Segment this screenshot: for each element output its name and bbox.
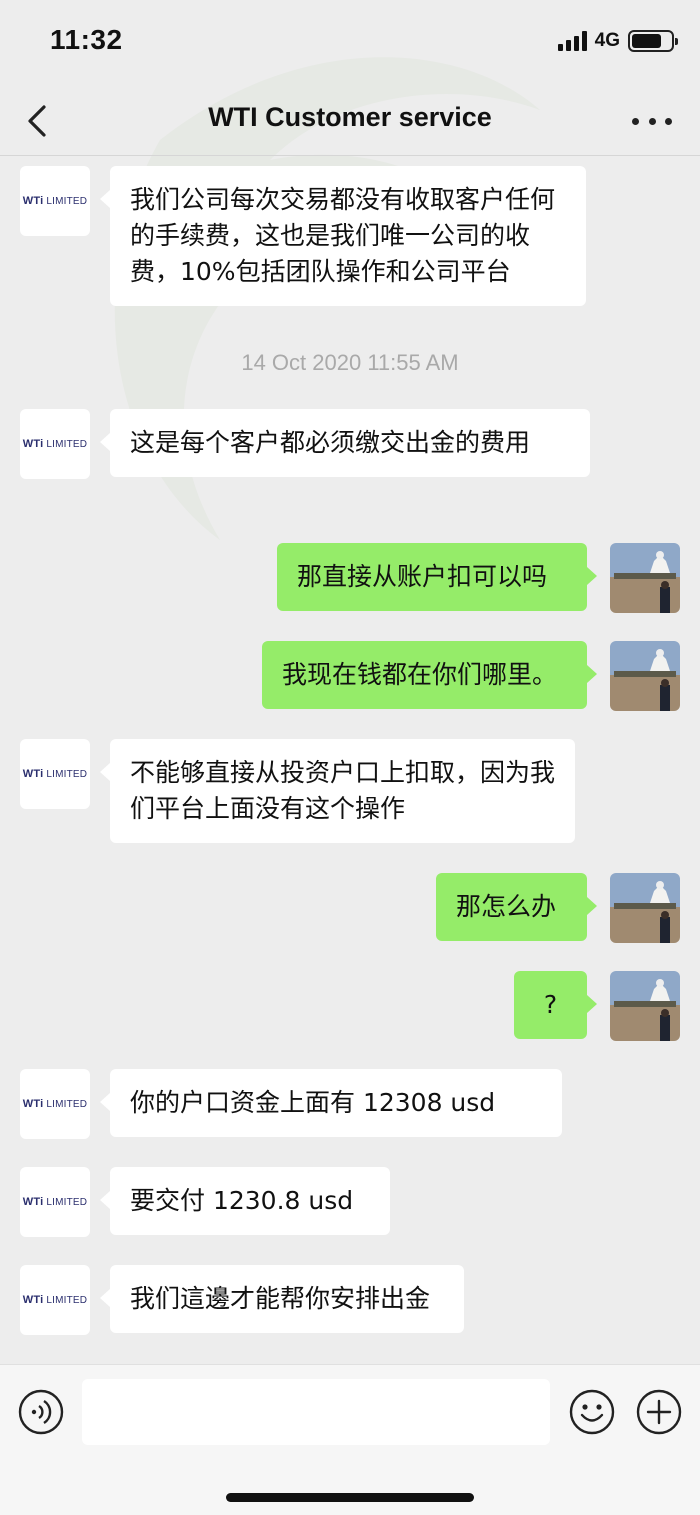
voice-input-button[interactable] bbox=[18, 1389, 64, 1435]
incoming-message[interactable]: 这是每个客户都必须缴交出金的费用 bbox=[100, 409, 590, 477]
incoming-message[interactable]: 不能够直接从投资户口上扣取，因为我们平台上面没有这个操作 bbox=[100, 739, 575, 843]
plus-icon bbox=[636, 1389, 682, 1435]
voice-icon bbox=[18, 1389, 64, 1435]
emoji-button[interactable] bbox=[569, 1389, 615, 1435]
contact-avatar[interactable]: WTi LIMITED bbox=[20, 1069, 90, 1139]
incoming-message[interactable]: 我们公司每次交易都没有收取客户任何的手续费，这也是我们唯一公司的收费，10%包括… bbox=[100, 166, 586, 306]
user-avatar[interactable] bbox=[610, 971, 680, 1041]
wti-logo: WTi LIMITED bbox=[22, 1098, 88, 1110]
home-indicator[interactable] bbox=[226, 1493, 474, 1502]
status-indicators: 4G bbox=[557, 30, 678, 52]
status-bar: 11:32 4G bbox=[0, 0, 700, 86]
message-timestamp: 14 Oct 2020 11:55 AM bbox=[241, 350, 459, 375]
wti-logo: WTi LIMITED bbox=[22, 1196, 88, 1208]
user-photo bbox=[610, 641, 680, 711]
emoji-icon bbox=[569, 1389, 615, 1435]
wti-logo: WTi LIMITED bbox=[22, 768, 88, 780]
status-time: 11:32 bbox=[50, 24, 123, 55]
contact-avatar[interactable]: WTi LIMITED bbox=[20, 166, 90, 236]
incoming-message[interactable]: 你的户口资金上面有 12308 usd bbox=[100, 1069, 562, 1137]
nav-bar: WTI Customer service bbox=[0, 86, 700, 156]
wti-logo: WTi LIMITED bbox=[22, 195, 88, 207]
more-dot-icon bbox=[648, 117, 656, 125]
outgoing-message[interactable]: ? bbox=[514, 971, 597, 1039]
input-bar bbox=[0, 1364, 700, 1515]
wti-logo: WTi LIMITED bbox=[22, 438, 88, 450]
signal-icon bbox=[557, 31, 587, 51]
more-actions-button[interactable] bbox=[636, 1389, 682, 1435]
more-dot-icon bbox=[632, 117, 639, 125]
contact-avatar[interactable]: WTi LIMITED bbox=[20, 409, 90, 479]
user-avatar[interactable] bbox=[610, 641, 680, 711]
outgoing-message[interactable]: 我现在钱都在你们哪里。 bbox=[262, 641, 597, 709]
wti-logo: WTi LIMITED bbox=[22, 1294, 88, 1306]
message-input[interactable] bbox=[82, 1379, 550, 1445]
more-options-button[interactable] bbox=[632, 106, 672, 136]
contact-avatar[interactable]: WTi LIMITED bbox=[20, 739, 90, 809]
battery-icon bbox=[628, 30, 678, 52]
user-avatar[interactable] bbox=[610, 543, 680, 613]
contact-avatar[interactable]: WTi LIMITED bbox=[20, 1265, 90, 1335]
user-avatar[interactable] bbox=[610, 873, 680, 943]
user-photo bbox=[610, 971, 680, 1041]
chat-title: WTI Customer service bbox=[208, 102, 492, 132]
outgoing-message[interactable]: 那直接从账户扣可以吗 bbox=[277, 543, 597, 611]
message-list[interactable]: WTi LIMITED 我们公司每次交易都没有收取客户任何的手续费，这也是我们唯… bbox=[0, 157, 700, 1364]
user-photo bbox=[610, 873, 680, 943]
incoming-message[interactable]: 要交付 1230.8 usd bbox=[100, 1167, 390, 1235]
user-photo bbox=[610, 543, 680, 613]
incoming-message[interactable]: 我们這邊才能帮你安排出金 bbox=[100, 1265, 464, 1333]
more-dot-icon bbox=[665, 117, 672, 125]
network-type: 4G bbox=[594, 30, 620, 51]
contact-avatar[interactable]: WTi LIMITED bbox=[20, 1167, 90, 1237]
outgoing-message[interactable]: 那怎么办 bbox=[436, 873, 597, 941]
